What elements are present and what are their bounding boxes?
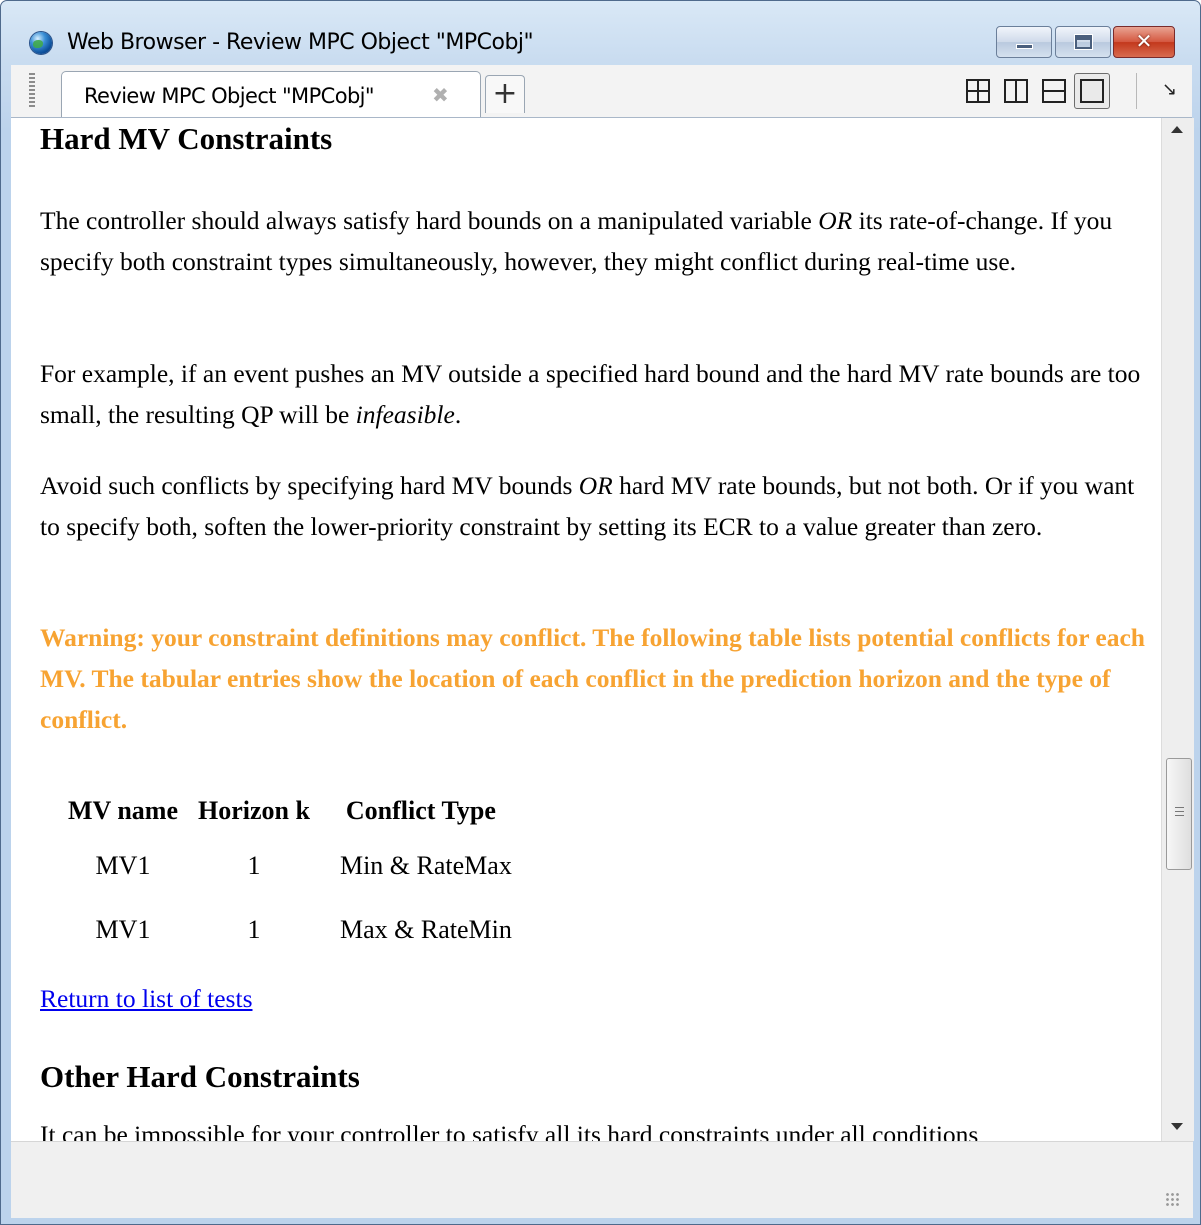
browser-window: Web Browser - Review MPC Object "MPCobj"… xyxy=(0,0,1201,1225)
close-icon: ✕ xyxy=(1135,29,1153,53)
minimize-icon xyxy=(1016,44,1033,49)
return-to-tests-link[interactable]: Return to list of tests xyxy=(40,984,253,1014)
minimize-button[interactable] xyxy=(996,26,1052,58)
section-heading-hard-mv-constraints: Hard MV Constraints xyxy=(40,121,333,156)
para2-emphasis: infeasible xyxy=(355,400,455,429)
globe-icon xyxy=(30,32,52,54)
grid-2x2-icon[interactable] xyxy=(966,79,990,103)
scroll-down-arrow-icon[interactable] xyxy=(1171,1123,1183,1130)
maximize-button[interactable] xyxy=(1055,26,1111,58)
title-bar[interactable]: Web Browser - Review MPC Object "MPCobj"… xyxy=(1,1,1200,63)
paragraph-example: For example, if an event pushes an MV ou… xyxy=(40,353,1145,435)
new-tab-button[interactable]: + xyxy=(485,75,525,113)
column-header-horizon: Horizon k xyxy=(198,796,310,825)
toolbar-divider xyxy=(1136,73,1137,109)
vertical-scrollbar[interactable] xyxy=(1161,118,1194,1141)
page-content: Hard MV Constraints The controller shoul… xyxy=(11,118,1161,1141)
status-bar xyxy=(11,1141,1193,1218)
para1-emphasis: OR xyxy=(818,206,853,235)
para2-text-b: . xyxy=(454,400,462,429)
para3-text-a: Avoid such conflicts by specifying hard … xyxy=(40,471,579,500)
tab-label: Review MPC Object "MPCobj" xyxy=(84,84,375,108)
window-title: Web Browser - Review MPC Object "MPCobj" xyxy=(67,30,534,55)
scroll-up-arrow-icon[interactable] xyxy=(1171,126,1183,133)
paragraph-other-constraints-partial: It can be impossible for your controller… xyxy=(40,1120,979,1141)
tab-close-icon[interactable]: ✖ xyxy=(432,83,449,107)
table-row: MV1 1 Min & RateMax xyxy=(58,834,522,898)
thumb-grip-icon xyxy=(1175,807,1184,819)
column-header-conflict-type: Conflict Type xyxy=(345,796,496,825)
paragraph-avoid-conflicts: Avoid such conflicts by specifying hard … xyxy=(40,465,1145,547)
close-button[interactable]: ✕ xyxy=(1113,26,1175,58)
split-rows-icon[interactable] xyxy=(1042,79,1066,103)
cell-conflict-type: Max & RateMin xyxy=(339,915,512,944)
cell-horizon: 1 xyxy=(247,915,261,944)
section-heading-other-hard-constraints: Other Hard Constraints xyxy=(40,1059,360,1094)
cell-horizon: 1 xyxy=(247,851,261,880)
tab-bar: Review MPC Object "MPCobj" ✖ + ↘ xyxy=(11,65,1192,118)
para3-emphasis: OR xyxy=(578,471,613,500)
table-row: MV1 1 Max & RateMin xyxy=(58,898,522,962)
tab-review-mpc-object[interactable]: Review MPC Object "MPCobj" ✖ xyxy=(61,71,481,117)
undock-icon[interactable]: ↘ xyxy=(1162,79,1177,100)
cell-mv-name: MV1 xyxy=(95,851,151,880)
conflicts-table: MV name Horizon k Conflict Type MV1 1 Mi… xyxy=(58,788,522,962)
paragraph-hard-bounds: The controller should always satisfy har… xyxy=(40,200,1145,282)
column-header-mv-name: MV name xyxy=(68,796,179,825)
maximize-icon xyxy=(1074,34,1093,50)
cell-conflict-type: Min & RateMax xyxy=(339,851,512,880)
table-header-row: MV name Horizon k Conflict Type xyxy=(58,788,522,834)
single-pane-icon[interactable] xyxy=(1080,79,1104,103)
scrollbar-thumb[interactable] xyxy=(1166,758,1192,870)
warning-message: Warning: your constraint definitions may… xyxy=(40,623,1145,734)
cell-mv-name: MV1 xyxy=(95,915,151,944)
para1-text-a: The controller should always satisfy har… xyxy=(40,206,819,235)
resize-grip-icon[interactable] xyxy=(1165,1192,1179,1206)
split-columns-icon[interactable] xyxy=(1004,79,1028,103)
toolbar-grip-icon[interactable] xyxy=(29,73,35,109)
para2-text-a: For example, if an event pushes an MV ou… xyxy=(40,359,1141,429)
